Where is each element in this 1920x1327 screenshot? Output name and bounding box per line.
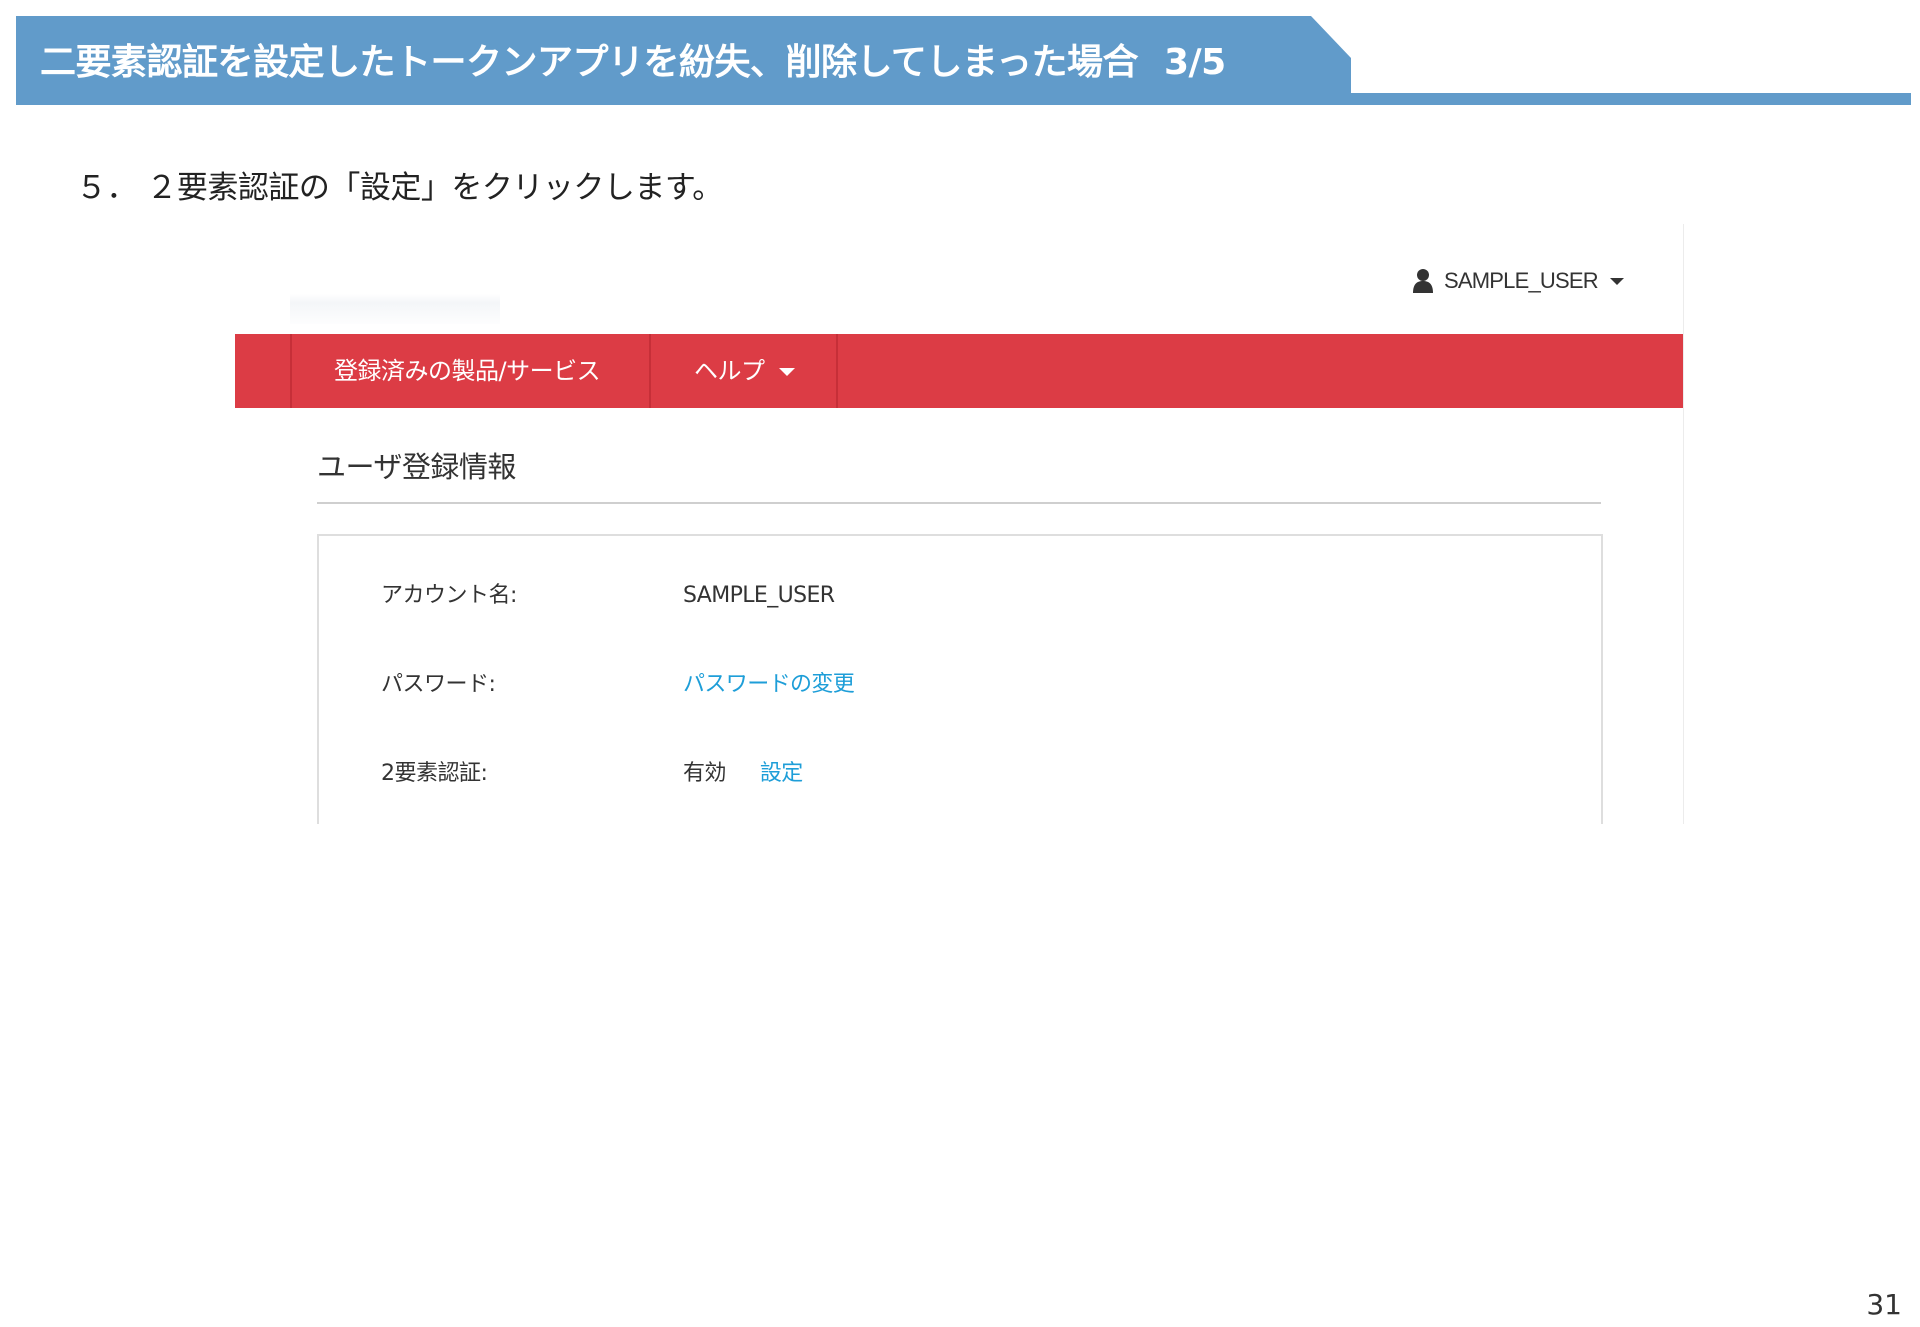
nav-separator bbox=[649, 334, 651, 408]
chevron-down-icon bbox=[1609, 277, 1624, 285]
change-password-link[interactable]: パスワードの変更 bbox=[683, 672, 855, 697]
nav-item-label: 登録済みの製品/サービス bbox=[334, 357, 601, 385]
twofactor-settings-link[interactable]: 設定 bbox=[760, 761, 803, 786]
section-title: ユーザ登録情報 bbox=[317, 450, 516, 484]
user-menu[interactable]: SAMPLE_USER bbox=[1412, 266, 1624, 296]
chevron-down-icon bbox=[778, 368, 795, 376]
section-divider bbox=[317, 502, 1601, 504]
twofactor-label: 2要素認証: bbox=[381, 761, 488, 786]
password-label: パスワード: bbox=[381, 672, 496, 697]
slide-page-fraction: 3/5 bbox=[1163, 42, 1226, 83]
twofactor-value: 有効 設定 bbox=[683, 754, 803, 794]
slide-title: 二要素認証を設定したトークンアプリを紛失、削除してしまった場合 3/5 bbox=[40, 38, 1226, 88]
nav-separator bbox=[836, 334, 838, 408]
slide-header-line bbox=[16, 93, 1911, 105]
slide-title-text: 二要素認証を設定したトークンアプリを紛失、削除してしまった場合 bbox=[40, 42, 1138, 83]
password-row: パスワード: パスワードの変更 bbox=[319, 665, 1601, 705]
account-value: SAMPLE_USER bbox=[683, 583, 835, 608]
page-number: 31 bbox=[1866, 1288, 1902, 1321]
user-menu-name: SAMPLE_USER bbox=[1444, 268, 1599, 293]
nav-item-help[interactable]: ヘルプ bbox=[694, 334, 795, 408]
account-row: アカウント名: SAMPLE_USER bbox=[319, 576, 1601, 616]
step-instruction: ５． ２要素認証の「設定」をクリックします。 bbox=[76, 170, 723, 206]
nav-item-registered-products[interactable]: 登録済みの製品/サービス bbox=[334, 334, 601, 408]
twofactor-row: 2要素認証: 有効 設定 bbox=[319, 754, 1601, 794]
password-value: パスワードの変更 bbox=[683, 665, 855, 705]
nav-item-label: ヘルプ bbox=[694, 357, 765, 385]
embedded-screenshot: SAMPLE_USER 登録済みの製品/サービス ヘルプ ユーザ登録情報 アカウ… bbox=[235, 224, 1685, 824]
account-label: アカウント名: bbox=[381, 583, 517, 608]
screenshot-edge bbox=[1683, 224, 1684, 824]
nav-separator bbox=[290, 334, 292, 408]
user-info-panel: アカウント名: SAMPLE_USER パスワード: パスワードの変更 2要素認… bbox=[317, 534, 1603, 824]
user-icon bbox=[1413, 269, 1433, 293]
navbar: 登録済みの製品/サービス ヘルプ bbox=[235, 334, 1683, 408]
twofactor-status: 有効 bbox=[683, 761, 726, 786]
logo-area bbox=[290, 294, 500, 324]
